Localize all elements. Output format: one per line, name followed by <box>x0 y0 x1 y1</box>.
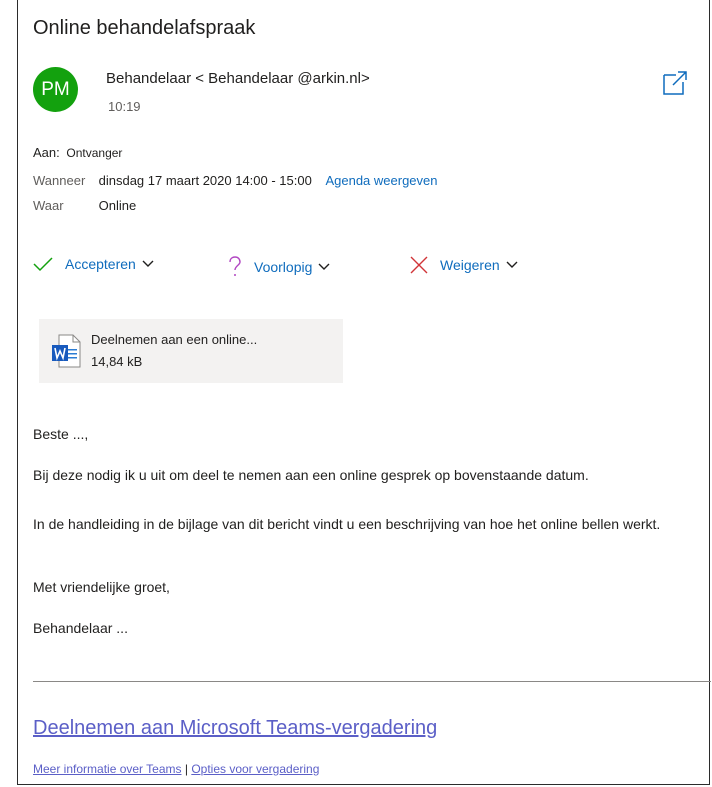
checkmark-icon <box>33 257 53 272</box>
view-calendar-link[interactable]: Agenda weergeven <box>325 173 437 188</box>
when-label: Wanneer <box>33 173 86 188</box>
meeting-options-link[interactable]: Opties voor vergadering <box>191 762 319 776</box>
accept-button[interactable]: Accepteren <box>33 256 166 272</box>
open-in-new-window-icon[interactable] <box>662 70 688 96</box>
where-row: Waar Online <box>33 198 136 213</box>
chevron-down-icon <box>142 260 154 267</box>
signature-text: Behandelaar ... <box>33 620 128 636</box>
recipient-row: Aan: Ontvanger <box>33 145 122 160</box>
to-label: Aan: <box>33 145 60 160</box>
where-label: Waar <box>33 198 64 213</box>
email-subject: Online behandelafspraak <box>33 17 256 39</box>
question-mark-icon <box>229 256 241 276</box>
attachment-name: Deelnemen aan een online... <box>91 332 258 347</box>
body-paragraph-2: In de handleiding in de bijlage van dit … <box>33 516 661 532</box>
when-row: Wanneer dinsdag 17 maart 2020 14:00 - 15… <box>33 173 438 188</box>
attachment-size: 14,84 kB <box>91 354 143 369</box>
more-info-teams-link[interactable]: Meer informatie over Teams <box>33 762 182 776</box>
greeting-text: Beste ..., <box>33 426 89 442</box>
join-teams-meeting-link[interactable]: Deelnemen aan Microsoft Teams-vergaderin… <box>33 717 437 740</box>
meeting-location: Online <box>98 198 137 213</box>
sender-name[interactable]: Behandelaar < Behandelaar @arkin.nl> <box>106 70 370 87</box>
email-reading-pane: Online behandelafspraak PM Behandelaar <… <box>17 0 711 785</box>
body-paragraph-1: Bij deze nodig ik u uit om deel te nemen… <box>33 467 589 483</box>
decline-button[interactable]: Weigeren <box>410 256 530 274</box>
close-icon <box>410 256 428 274</box>
closing-text: Met vriendelijke groet, <box>33 579 170 595</box>
tentative-button[interactable]: Voorlopig <box>228 256 342 278</box>
decline-label: Weigeren <box>440 257 500 273</box>
chevron-down-icon <box>318 263 330 270</box>
word-document-icon <box>51 334 81 373</box>
accept-label: Accepteren <box>65 256 136 272</box>
chevron-down-icon <box>506 261 518 268</box>
sent-time: 10:19 <box>108 99 141 114</box>
teams-meta-links: Meer informatie over Teams | Opties voor… <box>33 762 319 776</box>
recipient-name[interactable]: Ontvanger <box>66 146 122 160</box>
tentative-label: Voorlopig <box>254 259 313 275</box>
attachment-card[interactable]: Deelnemen aan een online... 14,84 kB <box>39 319 343 383</box>
meeting-datetime: dinsdag 17 maart 2020 14:00 - 15:00 <box>98 173 312 188</box>
divider <box>33 681 711 682</box>
link-separator: | <box>184 762 188 776</box>
sender-avatar[interactable]: PM <box>33 67 78 112</box>
